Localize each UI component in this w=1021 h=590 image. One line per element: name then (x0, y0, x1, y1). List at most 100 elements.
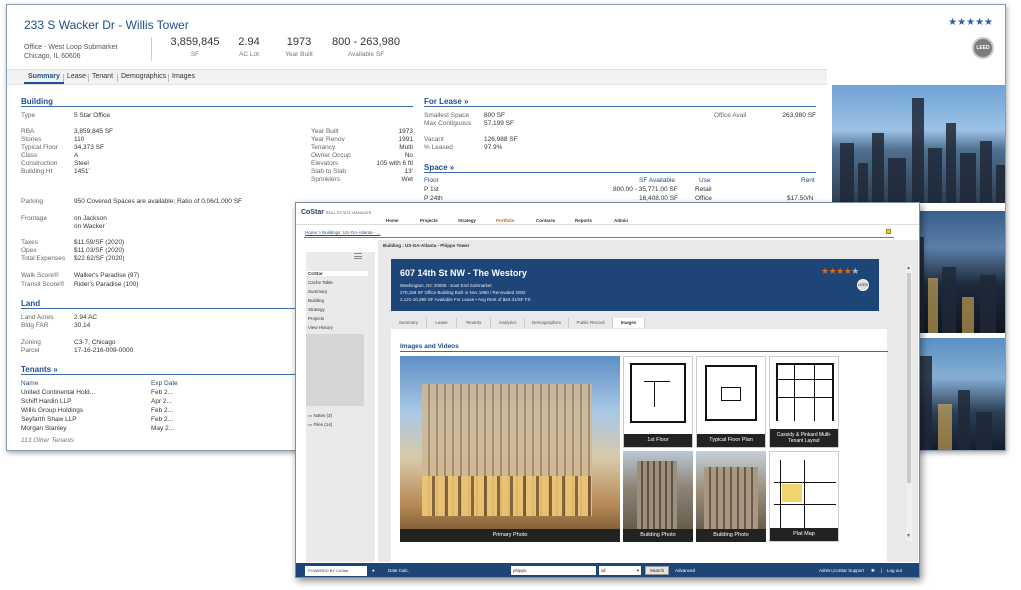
scroll-up-icon[interactable]: ▲ (906, 265, 911, 271)
nav-projects[interactable]: Projects (420, 218, 438, 223)
images-heading: Images and Videos (400, 343, 459, 350)
sidebar-item-cache-table[interactable]: Cache Table (308, 280, 333, 285)
tab-summary[interactable]: Summary (24, 73, 64, 84)
tenant-name: Seyfarth Shaw LLP (21, 416, 77, 423)
tenants-heading[interactable]: Tenants » (21, 365, 58, 374)
tab-demographics[interactable]: Demographics (121, 73, 166, 80)
sidebar-item-projects[interactable]: Projects (308, 316, 324, 321)
property-availability: 2,121-10,390 SF Available For Lease • Av… (400, 297, 531, 302)
space-heading[interactable]: Space » (424, 163, 454, 172)
tenant-name: Willis Group Holdings (21, 407, 84, 414)
stat-sf: 3,859,845 SF (170, 36, 220, 58)
property-title: 607 14th St NW - The Westory (400, 268, 527, 278)
nav-portfolio[interactable]: Portfolio (496, 218, 515, 223)
tenants-col-exp[interactable]: Exp Date (151, 380, 178, 387)
costar-manager-window: CoStar REAL ESTATE MANAGER Home Projects… (295, 202, 920, 578)
nav-contacts[interactable]: Contacts (536, 218, 555, 223)
tab-images[interactable]: Images (172, 73, 195, 80)
content-scrollbar[interactable]: ▲ ▼ (906, 265, 912, 541)
nav-home[interactable]: Home (386, 218, 399, 223)
stat-available-sf: 800 - 263,980 Available SF (332, 36, 400, 58)
sidebar-item-building[interactable]: Building (308, 298, 324, 303)
advanced-search-link[interactable]: Advanced (675, 568, 695, 573)
property-description: 270,158 SF Office Building Built in Nov … (400, 290, 526, 295)
other-tenants-link[interactable]: 113 Other Tenants (21, 437, 74, 444)
breadcrumb[interactable]: Home > Buildings: US-GA-Atlanta - ... (305, 230, 380, 235)
sidebar-item-strategy[interactable]: Strategy (308, 307, 325, 312)
star-rating-icon: ★★★★★ (948, 17, 993, 28)
land-heading: Land (21, 299, 41, 308)
space-sf: 800.00 - 35,771.00 SF (613, 186, 678, 193)
tab-separator (117, 74, 118, 82)
for-lease-heading[interactable]: For Lease » (424, 97, 468, 106)
skyline-photo[interactable] (832, 85, 1005, 203)
tile-caption: Plat Map (770, 528, 838, 541)
tab-tenants[interactable]: Tenants (457, 318, 491, 328)
stat-ac-lot: 2.94 AC Lot (238, 36, 260, 58)
tenant-layout-tile[interactable]: Cassidy & Pinkard Multi-Tenant Layout (769, 356, 839, 448)
tab-public-record[interactable]: Public Record (569, 318, 613, 328)
property-title: 233 S Wacker Dr - Willis Tower (24, 18, 189, 32)
scroll-down-icon[interactable]: ▼ (906, 533, 911, 539)
tenant-exp: May 2... (151, 425, 175, 432)
logout-link[interactable]: Log out (887, 568, 902, 573)
space-col-rent[interactable]: Rent (801, 177, 815, 184)
nav-admin[interactable]: Admin (614, 218, 628, 223)
notes-link[interactable]: ▭ Notes (3) (308, 413, 332, 419)
floor-plan-tile[interactable]: 1st Floor (623, 356, 693, 448)
tenant-exp: Feb 2... (151, 389, 174, 396)
tenants-divider (21, 374, 305, 375)
search-button[interactable]: Search (645, 566, 669, 575)
nav-strategy[interactable]: Strategy (458, 218, 476, 223)
building-photo-tile[interactable]: Building Photo (696, 451, 766, 542)
header-divider (151, 37, 152, 61)
bottom-toolbar: POWERED BY CoStar ● Date Calc. phipps al… (296, 563, 919, 577)
sidebar-item-view-history[interactable]: View History (308, 325, 333, 330)
images-divider (400, 351, 888, 352)
tile-caption: Primary Photo (400, 529, 620, 542)
space-rent: $17.50/N (787, 195, 814, 202)
space-use: Office (695, 195, 712, 202)
tab-summary[interactable]: Summary (391, 318, 427, 328)
scroll-thumb[interactable] (907, 273, 911, 483)
space-col-use[interactable]: Use (699, 177, 711, 184)
notes-icon: ▭ (308, 413, 313, 418)
nav-reports[interactable]: Reports (575, 218, 592, 223)
typical-floor-plan-tile[interactable]: Typical Floor Plan (696, 356, 766, 448)
tab-separator (63, 74, 64, 82)
tenant-exp: Apr 2... (151, 398, 172, 405)
sidebar-item-costar[interactable]: CoStar (306, 271, 368, 276)
leed-badge-icon: LEED (857, 279, 869, 291)
user-name: Admin,CoStar Support (819, 568, 865, 573)
sticky-note-icon[interactable] (886, 229, 891, 234)
building-photo-tile[interactable]: Building Photo (623, 451, 693, 542)
tenants-col-name[interactable]: Name (21, 380, 38, 387)
page-title: Building : US-GA-Atlanta - Phipps Tower (383, 243, 470, 248)
separator: | (881, 568, 883, 573)
search-input[interactable]: phipps (511, 566, 596, 575)
hamburger-icon[interactable] (354, 253, 362, 259)
tab-lease[interactable]: Lease (427, 318, 457, 328)
plat-map-tile[interactable]: Plat Map (769, 451, 839, 542)
files-link[interactable]: ▭ Files (14) (308, 422, 332, 428)
frontage-wacker: on Wacker (74, 223, 105, 230)
tab-images[interactable]: Images (613, 318, 645, 328)
help-icon[interactable]: ● (372, 568, 375, 573)
tile-caption: Typical Floor Plan (697, 434, 765, 447)
tab-tenant[interactable]: Tenant (92, 73, 113, 80)
space-floor: P 1st (424, 186, 439, 193)
gear-icon[interactable]: ✱ (871, 568, 875, 574)
sidebar-item-summary[interactable]: Summary (308, 289, 327, 294)
tab-demographics[interactable]: Demographics (525, 318, 569, 328)
tab-analytics[interactable]: Analytics (491, 318, 525, 328)
space-col-floor[interactable]: Floor (424, 177, 439, 184)
date-calc-link[interactable]: Date Calc. (388, 568, 409, 573)
screenshot-stage: 233 S Wacker Dr - Willis Tower ★★★★★ LEE… (0, 0, 1021, 590)
tile-caption: Building Photo (696, 529, 766, 542)
tab-lease[interactable]: Lease (67, 73, 86, 80)
search-scope-select[interactable]: all ▾ (599, 566, 641, 575)
property-header-card: 607 14th St NW - The Westory Washington,… (391, 259, 879, 311)
space-col-sf[interactable]: SF Available (639, 177, 675, 184)
sidebar-panel (306, 334, 364, 406)
primary-photo-tile[interactable]: Primary Photo (400, 356, 620, 542)
